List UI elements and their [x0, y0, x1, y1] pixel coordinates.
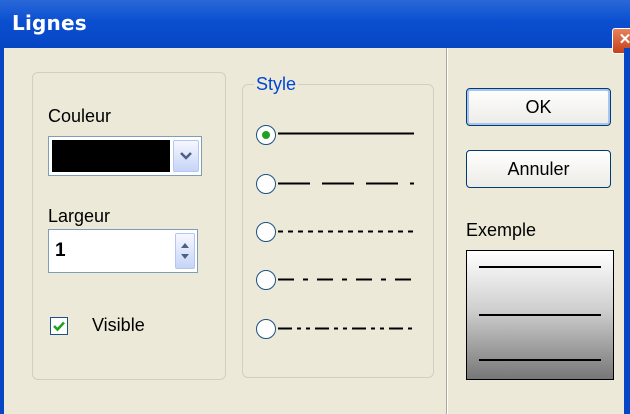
- close-icon: ✕: [618, 31, 630, 48]
- cancel-button[interactable]: Annuler: [466, 150, 611, 188]
- width-value[interactable]: 1: [55, 240, 66, 262]
- ok-button[interactable]: OK: [466, 88, 611, 126]
- line-sample-long-dash: [278, 182, 414, 185]
- preview-label: Exemple: [466, 220, 537, 240]
- style-option-long-dash[interactable]: [256, 174, 276, 194]
- window-title: Lignes: [12, 11, 87, 35]
- style-option-dash-dot[interactable]: [256, 270, 276, 290]
- width-label: Largeur: [48, 206, 111, 226]
- spin-arrows-icon: [181, 243, 189, 259]
- dropdown-button[interactable]: [173, 140, 199, 172]
- preview-line-middle: [479, 314, 601, 316]
- window-border-right: [624, 48, 630, 414]
- line-sample-dash-dot-dot: [278, 327, 414, 330]
- line-preview: [466, 250, 614, 380]
- visible-label: Visible: [92, 315, 145, 335]
- color-dropdown[interactable]: [48, 136, 202, 176]
- window-border-left: [0, 48, 4, 414]
- style-option-solid[interactable]: [256, 125, 276, 145]
- panel-separator-highlight: [447, 48, 448, 414]
- visible-checkbox[interactable]: [50, 317, 68, 335]
- style-option-dash-dot-dot[interactable]: [256, 319, 276, 339]
- color-label: Couleur: [48, 106, 112, 126]
- chevron-down-icon: [180, 152, 192, 160]
- preview-line-bottom: [479, 359, 601, 361]
- color-swatch: [52, 140, 170, 172]
- style-group-title: Style: [254, 74, 299, 95]
- line-sample-dash-dot: [278, 278, 414, 281]
- line-sample-solid: [278, 132, 414, 135]
- style-option-dotted[interactable]: [256, 222, 276, 242]
- checkmark-icon: [53, 321, 65, 332]
- line-sample-dotted: [278, 230, 414, 233]
- spin-buttons[interactable]: [175, 233, 195, 269]
- width-spinbox[interactable]: 1: [48, 229, 198, 273]
- radio-selected-dot: [262, 131, 270, 139]
- preview-line-top: [479, 266, 601, 268]
- title-bar: Lignes ✕: [0, 0, 630, 54]
